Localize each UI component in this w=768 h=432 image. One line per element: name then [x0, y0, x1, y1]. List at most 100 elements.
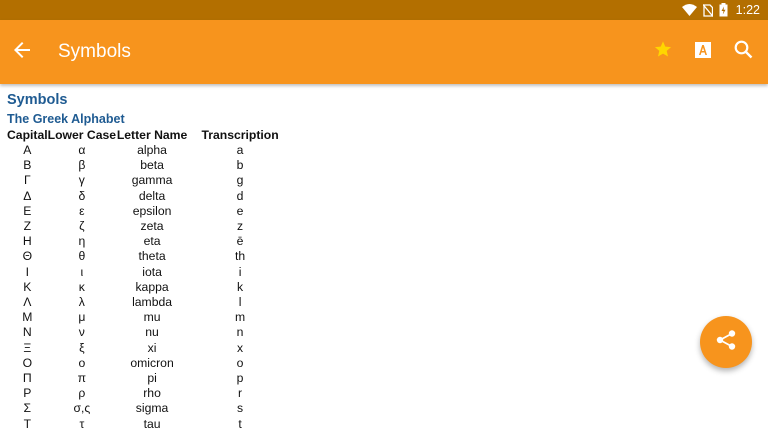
cell-capital: Κ — [23, 279, 32, 294]
cell-letter-name: nu — [145, 325, 159, 340]
table-row: Ββ beta b — [7, 158, 292, 173]
no-sim-icon — [702, 3, 713, 17]
status-time: 1:22 — [735, 3, 760, 17]
cell-transcription: n — [236, 325, 244, 340]
cell-letter-name: zeta — [140, 219, 164, 234]
cell-transcription: th — [234, 249, 246, 264]
font-size-icon — [695, 41, 711, 63]
cell-letter-name: eta — [143, 234, 161, 249]
cell-transcription: g — [236, 173, 244, 188]
table-row: Μμ mu m — [7, 310, 292, 325]
table-row: Εε epsilon e — [7, 204, 292, 219]
table-row: Αα alpha a — [7, 143, 292, 158]
cell-letter-name: tau — [143, 416, 161, 431]
cell-transcription: o — [236, 355, 244, 370]
cell-capital: Δ — [23, 188, 32, 203]
table-row: Οο omicron o — [7, 356, 292, 371]
cell-lower-case: η — [78, 234, 86, 249]
cell-transcription: ē — [236, 234, 244, 249]
back-button[interactable] — [0, 30, 44, 74]
table-header-row: Capital Lower Case Letter Name Transcrip… — [7, 128, 292, 143]
cell-transcription: i — [238, 264, 242, 279]
cell-capital: Γ — [23, 173, 31, 188]
cell-capital: Ν — [22, 325, 32, 340]
cell-transcription: b — [236, 158, 244, 173]
cell-capital: Ε — [23, 203, 32, 218]
cell-transcription: m — [234, 310, 246, 325]
cell-capital: Μ — [22, 310, 33, 325]
cell-letter-name: theta — [138, 249, 166, 264]
cell-transcription: p — [236, 371, 244, 386]
cell-lower-case: ι — [80, 264, 84, 279]
cell-letter-name: rho — [143, 386, 161, 401]
cell-lower-case: ξ — [79, 340, 85, 355]
search-icon — [734, 40, 753, 64]
cell-transcription: a — [236, 143, 244, 157]
table-row: Ξξ xi x — [7, 341, 292, 356]
column-header-lower-case: Lower Case — [47, 128, 117, 142]
cell-lower-case: λ — [78, 295, 85, 310]
cell-capital: Π — [22, 371, 32, 386]
table-row: Νν nu n — [7, 325, 292, 340]
cell-letter-name: pi — [147, 371, 157, 386]
cell-transcription: s — [237, 401, 244, 416]
cell-transcription: e — [236, 203, 244, 218]
table-row: Κκ kappa k — [7, 280, 292, 295]
article-content: Symbols The Greek Alphabet Capital Lower… — [7, 91, 747, 432]
app-bar-title: Symbols — [58, 41, 131, 62]
cell-capital: Σ — [23, 401, 32, 416]
favorite-button[interactable] — [644, 30, 682, 74]
cell-lower-case: σ,ς — [73, 401, 91, 416]
battery-charging-icon — [719, 3, 728, 17]
cell-letter-name: beta — [140, 158, 164, 173]
cell-lower-case: γ — [78, 173, 85, 188]
section-heading: The Greek Alphabet — [7, 112, 125, 126]
table-row: Σσ,ς sigma s — [7, 401, 292, 416]
cell-capital: Η — [22, 234, 32, 249]
table-row: Ττ tau t — [7, 417, 292, 432]
table-row: Γγ gamma g — [7, 173, 292, 188]
cell-lower-case: μ — [78, 310, 86, 325]
search-button[interactable] — [724, 30, 762, 74]
cell-lower-case: β — [78, 158, 86, 173]
cell-capital: Ο — [22, 355, 33, 370]
cell-letter-name: lambda — [132, 295, 173, 310]
app-bar-actions — [644, 30, 762, 74]
cell-lower-case: ο — [78, 355, 86, 370]
cell-letter-name: xi — [147, 340, 157, 355]
cell-lower-case: ζ — [79, 219, 85, 234]
page-heading: Symbols — [7, 92, 68, 108]
table-row: Ζζ zeta z — [7, 219, 292, 234]
cell-transcription: r — [238, 386, 243, 401]
column-header-capital: Capital — [7, 128, 48, 142]
cell-lower-case: ρ — [78, 386, 86, 401]
cell-transcription: d — [236, 188, 244, 203]
share-button[interactable] — [700, 316, 752, 368]
cell-capital: Α — [23, 143, 32, 157]
table-row: Θθ theta th — [7, 249, 292, 264]
cell-letter-name: omicron — [130, 355, 174, 370]
cell-lower-case: α — [78, 143, 86, 157]
cell-transcription: k — [237, 279, 244, 294]
font-size-button[interactable] — [684, 30, 722, 74]
cell-lower-case: π — [77, 371, 87, 386]
cell-capital: Ξ — [23, 340, 32, 355]
cell-lower-case: θ — [78, 249, 86, 264]
wifi-icon — [681, 4, 697, 16]
share-icon — [715, 329, 737, 356]
cell-letter-name: alpha — [137, 143, 167, 157]
cell-capital: Ι — [25, 264, 30, 279]
cell-capital: Ζ — [23, 219, 32, 234]
table-row: Ιι iota i — [7, 265, 292, 280]
table-row: Ηη eta ē — [7, 234, 292, 249]
cell-letter-name: delta — [138, 188, 166, 203]
cell-capital: Θ — [22, 249, 33, 264]
cell-transcription: l — [238, 295, 242, 310]
cell-lower-case: κ — [78, 279, 85, 294]
table-row: Ππ pi p — [7, 371, 292, 386]
cell-letter-name: epsilon — [132, 203, 172, 218]
column-header-transcription: Transcription — [201, 128, 279, 142]
cell-letter-name: mu — [143, 310, 161, 325]
table-row: Λλ lambda l — [7, 295, 292, 310]
cell-capital: Β — [23, 158, 32, 173]
